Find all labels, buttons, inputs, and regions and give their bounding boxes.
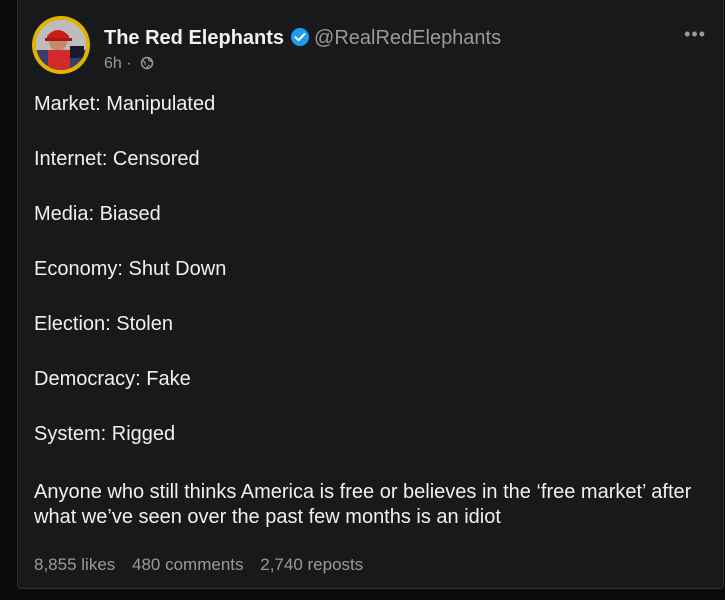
comments-count[interactable]: 480 comments [132,555,244,574]
post-line: Internet: Censored [34,148,200,170]
post-line: Market: Manipulated [34,93,216,115]
likes-count[interactable]: 8,855 likes [34,555,115,574]
reposts-count[interactable]: 2,740 reposts [260,555,363,574]
post-card: The Red Elephants @RealRedElephants 6h · … [17,0,724,589]
avatar-picture-icon [36,20,86,70]
verified-badge-icon [290,27,310,53]
post-line: System: Rigged [34,423,176,445]
globe-icon [140,56,154,75]
post-meta: 6h · [104,55,154,75]
post-timestamp[interactable]: 6h [104,55,122,72]
engagement-stats: 8,855 likes 480 comments 2,740 reposts [34,555,375,575]
avatar[interactable] [32,16,90,74]
meta-separator: · [126,55,132,72]
more-options-icon[interactable]: ••• [684,24,706,45]
author-row: The Red Elephants @RealRedElephants [104,26,501,53]
post-body: Market: Manipulated Internet: Censored M… [34,92,706,477]
post-line: Economy: Shut Down [34,258,227,280]
post-line: Democracy: Fake [34,368,191,390]
author-name[interactable]: The Red Elephants [104,27,284,49]
avatar-image [36,20,86,70]
post-line: Media: Biased [34,203,161,225]
author-handle[interactable]: @RealRedElephants [314,27,501,49]
post-closing-text: Anyone who still thinks America is free … [34,481,692,528]
post-line: Election: Stolen [34,313,173,335]
